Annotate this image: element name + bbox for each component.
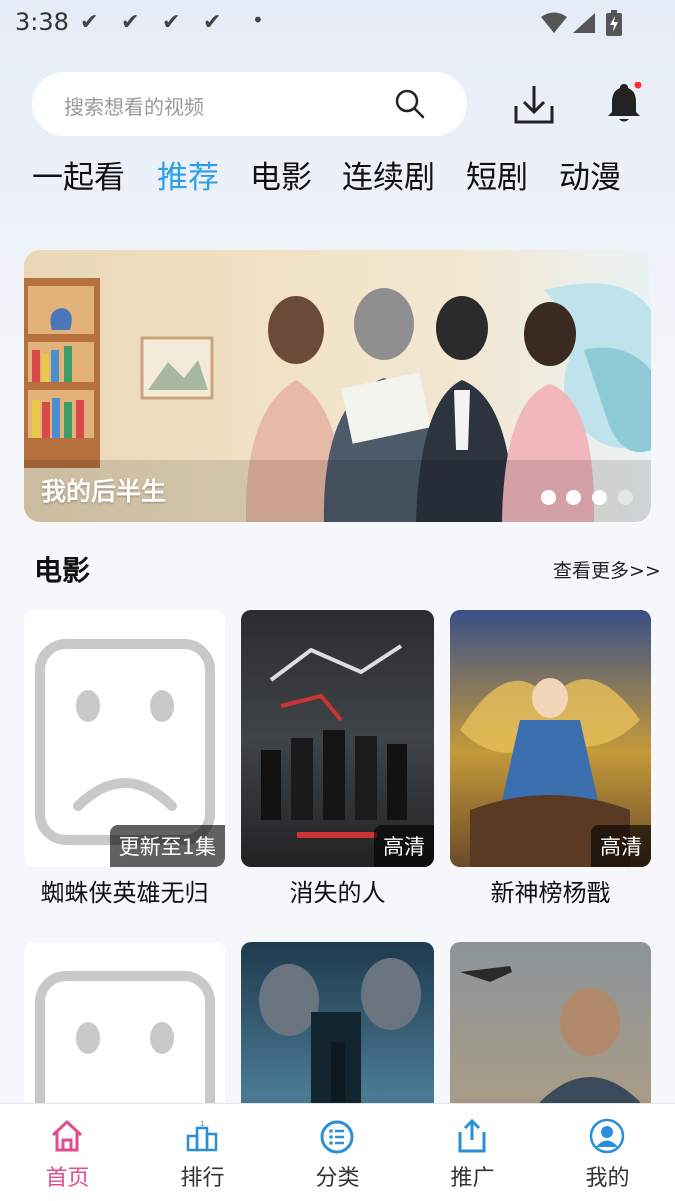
nav-ranking[interactable]: 1 排行 xyxy=(135,1104,270,1201)
bottom-navigation: 首页 1 排行 分类 推广 我的 xyxy=(0,1103,675,1201)
nav-profile[interactable]: 我的 xyxy=(540,1104,675,1201)
nav-share-label: 推广 xyxy=(450,1166,495,1191)
tab-movies[interactable]: 电影 xyxy=(250,152,312,197)
nav-category-label: 分类 xyxy=(315,1166,360,1191)
download-icon[interactable] xyxy=(512,82,556,126)
wifi-icon xyxy=(541,12,567,33)
download-complete-icon: ✔ xyxy=(80,10,99,35)
quality-badge: 高清 xyxy=(374,825,434,867)
nav-share[interactable]: 推广 xyxy=(405,1104,540,1201)
tab-short-drama[interactable]: 短剧 xyxy=(466,152,528,197)
search-icon[interactable] xyxy=(394,88,426,120)
more-notifications-dot: • xyxy=(252,8,264,32)
movie-title: 新神榜杨戬 xyxy=(490,879,611,907)
movie-card[interactable]: 高清 消失的人 xyxy=(241,610,434,910)
ranking-icon: 1 xyxy=(186,1120,218,1152)
movie-card[interactable] xyxy=(24,942,225,1199)
carousel-dot-1[interactable] xyxy=(541,490,556,505)
nav-category[interactable]: 分类 xyxy=(270,1104,405,1201)
status-bar: 3:38 ✔ ✔ ✔ ✔ • xyxy=(0,0,675,48)
movie-card[interactable] xyxy=(450,942,651,1199)
carousel-dot-4[interactable] xyxy=(618,490,633,505)
movie-card[interactable]: 高清 新神榜杨戬 xyxy=(450,610,651,910)
signal-icon xyxy=(573,13,595,33)
svg-text:1: 1 xyxy=(200,1120,204,1128)
movie-card[interactable]: 更新至1集 蜘蛛侠英雄无归 xyxy=(24,610,225,910)
download-complete-icon: ✔ xyxy=(121,10,140,35)
bell-icon[interactable] xyxy=(602,82,646,126)
search-placeholder: 搜索想看的视频 xyxy=(64,95,204,119)
share-icon xyxy=(458,1118,486,1153)
notification-dot xyxy=(634,82,642,89)
profile-icon xyxy=(589,1118,625,1154)
tab-anime[interactable]: 动漫 xyxy=(559,152,621,197)
home-icon xyxy=(51,1120,83,1152)
download-complete-icon: ✔ xyxy=(162,10,181,35)
banner-title: 我的后半生 xyxy=(41,477,167,506)
nav-home-label: 首页 xyxy=(45,1166,90,1191)
nav-home[interactable]: 首页 xyxy=(0,1104,135,1201)
movie-card[interactable] xyxy=(241,942,434,1199)
movie-title: 蜘蛛侠英雄无归 xyxy=(40,879,209,907)
quality-badge: 高清 xyxy=(591,825,651,867)
section-title-movies: 电影 xyxy=(34,554,91,587)
search-input[interactable]: 搜索想看的视频 xyxy=(32,72,467,136)
carousel-dot-3[interactable] xyxy=(592,490,607,505)
battery-charging-icon xyxy=(606,10,622,36)
tab-series[interactable]: 连续剧 xyxy=(342,152,435,197)
update-badge: 更新至1集 xyxy=(109,825,225,867)
download-complete-icon: ✔ xyxy=(203,10,222,35)
movie-title: 消失的人 xyxy=(289,879,386,907)
carousel-dot-2[interactable] xyxy=(566,490,581,505)
poster-placeholder: 更新至1集 xyxy=(24,610,225,867)
status-time: 3:38 xyxy=(15,8,69,36)
tab-together[interactable]: 一起看 xyxy=(32,152,125,197)
see-more-link[interactable]: 查看更多>> xyxy=(553,556,661,583)
category-icon xyxy=(320,1120,354,1154)
tab-recommend[interactable]: 推荐 xyxy=(157,152,219,197)
banner-carousel[interactable]: 我的后半生 xyxy=(24,250,651,522)
poster-image: 高清 xyxy=(241,610,434,867)
poster-image: 高清 xyxy=(450,610,651,867)
nav-ranking-label: 排行 xyxy=(180,1166,225,1191)
nav-profile-label: 我的 xyxy=(585,1166,630,1191)
